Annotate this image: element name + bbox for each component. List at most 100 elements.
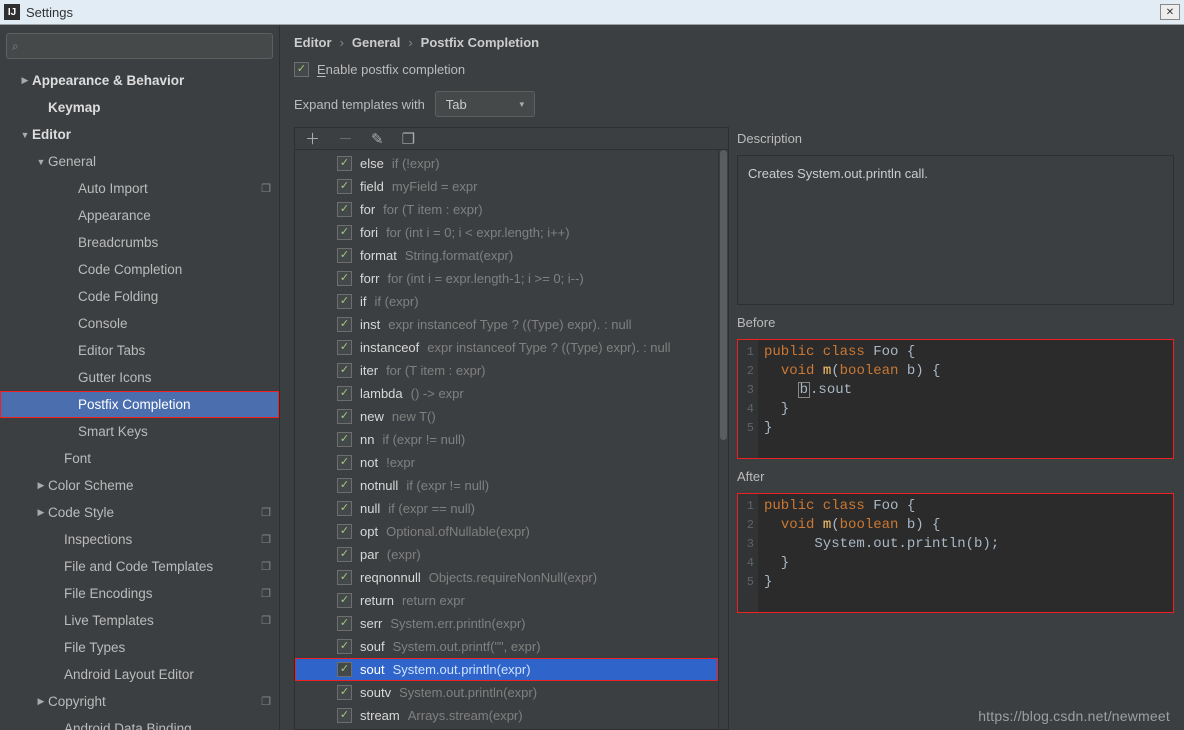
tree-arrow-icon: ▶ xyxy=(34,480,48,491)
sidebar-item-inspections[interactable]: Inspections❐ xyxy=(0,526,279,553)
template-row-reqnonnull[interactable]: ✓reqnonnullObjects.requireNonNull(expr) xyxy=(295,566,718,589)
template-row-inst[interactable]: ✓instexpr instanceof Type ? ((Type) expr… xyxy=(295,313,718,336)
sidebar-item-code-completion[interactable]: Code Completion xyxy=(0,256,279,283)
copy-template-icon[interactable]: ❐ xyxy=(402,130,415,148)
template-row-else[interactable]: ✓elseif (!expr) xyxy=(295,152,718,175)
template-checkbox[interactable]: ✓ xyxy=(337,248,352,263)
template-row-field[interactable]: ✓fieldmyField = expr xyxy=(295,175,718,198)
sidebar-item-appearance[interactable]: Appearance xyxy=(0,202,279,229)
template-row-format[interactable]: ✓formatString.format(expr) xyxy=(295,244,718,267)
template-checkbox[interactable]: ✓ xyxy=(337,156,352,171)
template-row-fori[interactable]: ✓forifor (int i = 0; i < expr.length; i+… xyxy=(295,221,718,244)
template-checkbox[interactable]: ✓ xyxy=(337,386,352,401)
close-icon[interactable]: ✕ xyxy=(1160,4,1180,20)
sidebar-item-file-and-code-templates[interactable]: File and Code Templates❐ xyxy=(0,553,279,580)
sidebar-item-android-data-binding[interactable]: Android Data Binding xyxy=(0,715,279,730)
expand-key-select[interactable]: Tab xyxy=(435,91,535,117)
template-desc: (expr) xyxy=(387,547,421,562)
sidebar-item-editor-tabs[interactable]: Editor Tabs xyxy=(0,337,279,364)
remove-template-icon[interactable]: － xyxy=(338,128,353,149)
template-row-notnull[interactable]: ✓notnullif (expr != null) xyxy=(295,474,718,497)
sidebar-item-label: Live Templates xyxy=(64,613,154,628)
sidebar-item-gutter-icons[interactable]: Gutter Icons xyxy=(0,364,279,391)
sidebar-item-appearance-behavior[interactable]: ▶Appearance & Behavior xyxy=(0,67,279,94)
template-checkbox[interactable]: ✓ xyxy=(337,317,352,332)
add-template-icon[interactable]: ＋ xyxy=(305,128,320,149)
sidebar-item-copyright[interactable]: ▶Copyright❐ xyxy=(0,688,279,715)
sidebar-item-label: Editor xyxy=(32,127,71,142)
sidebar-item-breadcrumbs[interactable]: Breadcrumbs xyxy=(0,229,279,256)
template-checkbox[interactable]: ✓ xyxy=(337,455,352,470)
template-checkbox[interactable]: ✓ xyxy=(337,478,352,493)
template-checkbox[interactable]: ✓ xyxy=(337,593,352,608)
sidebar-item-code-folding[interactable]: Code Folding xyxy=(0,283,279,310)
template-row-par[interactable]: ✓par(expr) xyxy=(295,543,718,566)
template-checkbox[interactable]: ✓ xyxy=(337,616,352,631)
template-row-soutv[interactable]: ✓soutvSystem.out.println(expr) xyxy=(295,681,718,704)
template-scrollbar[interactable] xyxy=(718,150,728,729)
tree-arrow-icon: ▶ xyxy=(34,507,48,518)
sidebar-item-label: Code Folding xyxy=(78,289,158,304)
template-row-iter[interactable]: ✓iterfor (T item : expr) xyxy=(295,359,718,382)
edit-template-icon[interactable]: ✎ xyxy=(371,130,384,148)
template-row-if[interactable]: ✓ifif (expr) xyxy=(295,290,718,313)
template-row-new[interactable]: ✓newnew T() xyxy=(295,405,718,428)
window-title: Settings xyxy=(26,5,73,20)
template-row-nn[interactable]: ✓nnif (expr != null) xyxy=(295,428,718,451)
template-checkbox[interactable]: ✓ xyxy=(337,708,352,723)
template-row-sout[interactable]: ✓soutSystem.out.println(expr) xyxy=(295,658,718,681)
template-row-lambda[interactable]: ✓lambda() -> expr xyxy=(295,382,718,405)
template-row-forr[interactable]: ✓forrfor (int i = expr.length-1; i >= 0;… xyxy=(295,267,718,290)
template-checkbox[interactable]: ✓ xyxy=(337,570,352,585)
template-checkbox[interactable]: ✓ xyxy=(337,432,352,447)
sidebar-item-smart-keys[interactable]: Smart Keys xyxy=(0,418,279,445)
template-row-souf[interactable]: ✓soufSystem.out.printf("", expr) xyxy=(295,635,718,658)
enable-postfix-checkbox[interactable]: ✓ xyxy=(294,62,309,77)
template-checkbox[interactable]: ✓ xyxy=(337,524,352,539)
settings-tree[interactable]: ▶Appearance & BehaviorKeymap▼Editor▼Gene… xyxy=(0,67,279,730)
template-checkbox[interactable]: ✓ xyxy=(337,639,352,654)
crumb-general[interactable]: General xyxy=(352,35,400,50)
template-row-stream[interactable]: ✓streamArrays.stream(expr) xyxy=(295,704,718,727)
template-name: else xyxy=(360,156,384,171)
sidebar-item-editor[interactable]: ▼Editor xyxy=(0,121,279,148)
template-checkbox[interactable]: ✓ xyxy=(337,409,352,424)
sidebar-item-auto-import[interactable]: Auto Import❐ xyxy=(0,175,279,202)
sidebar-item-file-types[interactable]: File Types xyxy=(0,634,279,661)
sidebar-item-console[interactable]: Console xyxy=(0,310,279,337)
template-checkbox[interactable]: ✓ xyxy=(337,179,352,194)
template-checkbox[interactable]: ✓ xyxy=(337,294,352,309)
template-checkbox[interactable]: ✓ xyxy=(337,685,352,700)
template-name: lambda xyxy=(360,386,403,401)
crumb-editor[interactable]: Editor xyxy=(294,35,332,50)
template-row-instanceof[interactable]: ✓instanceofexpr instanceof Type ? ((Type… xyxy=(295,336,718,359)
sidebar-item-color-scheme[interactable]: ▶Color Scheme xyxy=(0,472,279,499)
template-checkbox[interactable]: ✓ xyxy=(337,363,352,378)
sidebar-item-font[interactable]: Font xyxy=(0,445,279,472)
template-list[interactable]: ✓elseif (!expr)✓fieldmyField = expr✓forf… xyxy=(295,150,718,729)
sidebar-item-general[interactable]: ▼General xyxy=(0,148,279,175)
template-desc: System.out.println(expr) xyxy=(399,685,537,700)
sidebar-item-live-templates[interactable]: Live Templates❐ xyxy=(0,607,279,634)
template-desc: return expr xyxy=(402,593,465,608)
template-row-null[interactable]: ✓nullif (expr == null) xyxy=(295,497,718,520)
template-row-opt[interactable]: ✓optOptional.ofNullable(expr) xyxy=(295,520,718,543)
template-row-return[interactable]: ✓returnreturn expr xyxy=(295,589,718,612)
template-checkbox[interactable]: ✓ xyxy=(337,662,352,677)
template-checkbox[interactable]: ✓ xyxy=(337,547,352,562)
template-checkbox[interactable]: ✓ xyxy=(337,202,352,217)
after-label: After xyxy=(737,469,1174,484)
template-checkbox[interactable]: ✓ xyxy=(337,225,352,240)
template-row-for[interactable]: ✓forfor (T item : expr) xyxy=(295,198,718,221)
template-checkbox[interactable]: ✓ xyxy=(337,271,352,286)
sidebar-item-file-encodings[interactable]: File Encodings❐ xyxy=(0,580,279,607)
template-row-serr[interactable]: ✓serrSystem.err.println(expr) xyxy=(295,612,718,635)
settings-search-input[interactable] xyxy=(6,33,273,59)
template-row-not[interactable]: ✓not!expr xyxy=(295,451,718,474)
sidebar-item-code-style[interactable]: ▶Code Style❐ xyxy=(0,499,279,526)
template-checkbox[interactable]: ✓ xyxy=(337,340,352,355)
sidebar-item-keymap[interactable]: Keymap xyxy=(0,94,279,121)
sidebar-item-postfix-completion[interactable]: Postfix Completion xyxy=(0,391,279,418)
template-checkbox[interactable]: ✓ xyxy=(337,501,352,516)
sidebar-item-android-layout-editor[interactable]: Android Layout Editor xyxy=(0,661,279,688)
